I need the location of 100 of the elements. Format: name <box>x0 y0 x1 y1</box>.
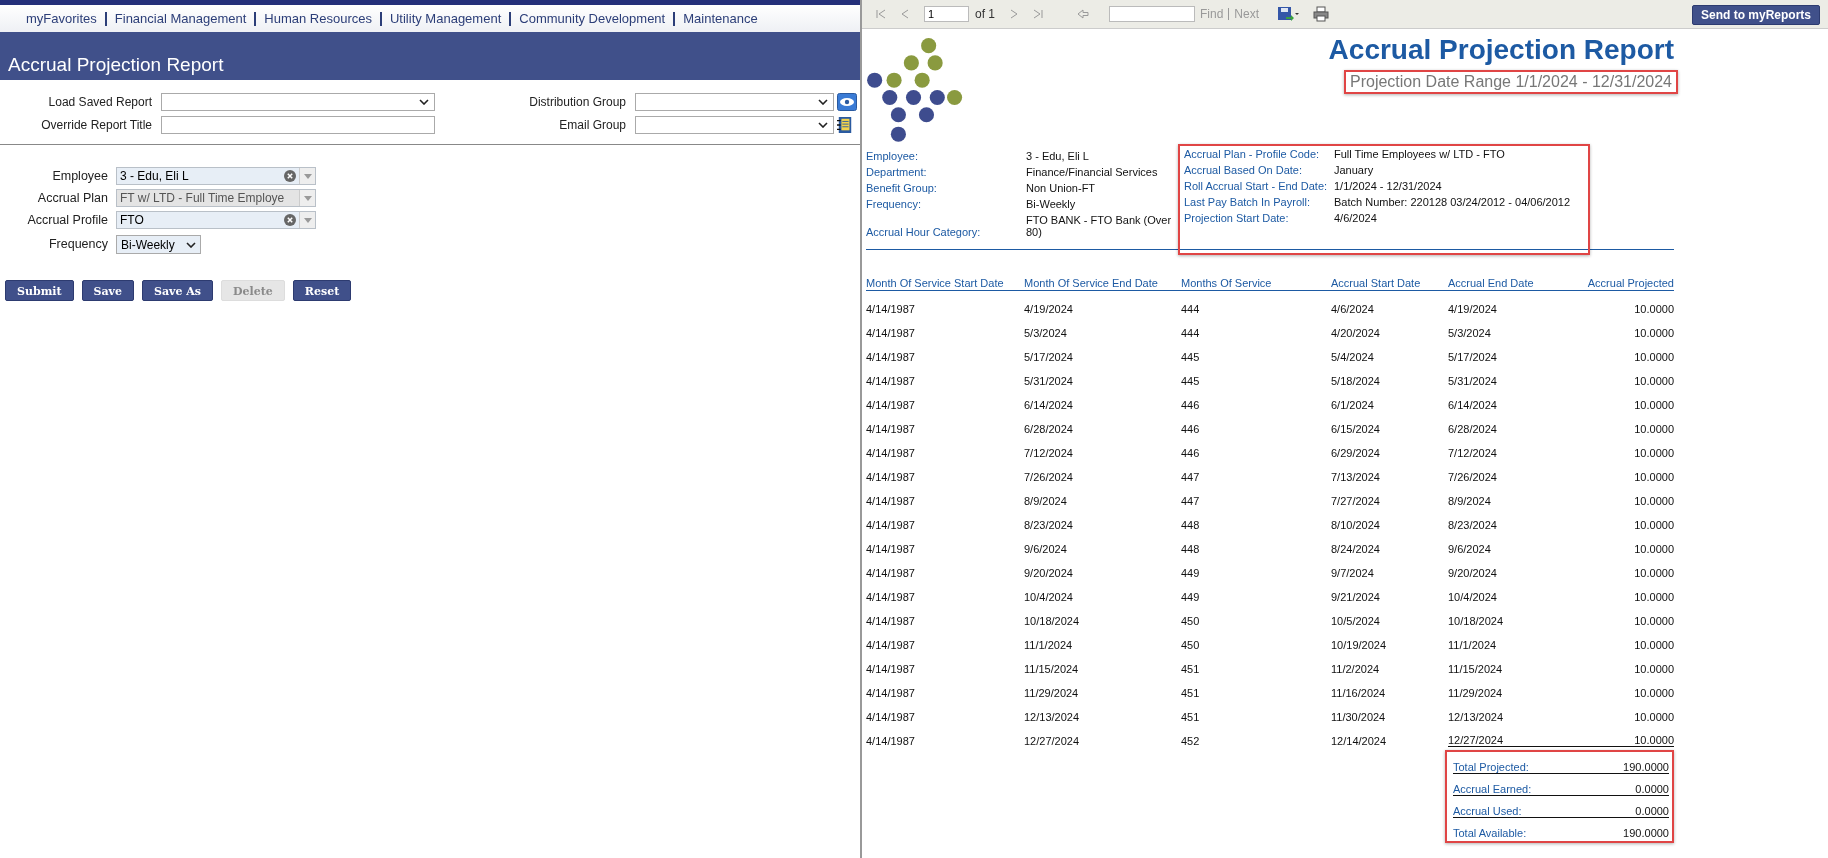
table-cell-text: 4/14/1987 <box>866 663 916 675</box>
info-value: 3 - Edu, Eli L <box>1026 150 1090 162</box>
table-cell-text: 8/24/2024 <box>1331 543 1381 555</box>
info-value: Full Time Employees w/ LTD - FTO <box>1334 148 1505 160</box>
clear-icon[interactable] <box>284 214 296 226</box>
table-cell-text: 4/14/1987 <box>866 567 916 579</box>
nav-link[interactable]: Maintenance <box>683 11 758 26</box>
total-label: Accrual Used: <box>1453 805 1522 817</box>
table-cell-text: 12/27/2024 <box>1024 735 1081 747</box>
table-cell-text: 4/20/2024 <box>1331 327 1381 339</box>
nav-link[interactable]: Financial Management <box>114 11 247 26</box>
combo-box[interactable]: FTO <box>116 211 316 229</box>
table-cell-text: 8/9/2024 <box>1448 495 1492 507</box>
back-arrow-icon[interactable] <box>1077 9 1089 19</box>
total-value: 190.0000 <box>1623 761 1669 773</box>
column-header: Months Of Service <box>1181 277 1273 289</box>
table-cell-text: 4/6/2024 <box>1331 303 1375 315</box>
table-cell-text: 7/12/2024 <box>1448 447 1498 459</box>
nav-link[interactable]: Utility Management <box>390 11 502 26</box>
last-page-icon[interactable] <box>1033 9 1043 19</box>
chevron-down-icon <box>186 241 196 248</box>
text-field[interactable] <box>161 116 435 134</box>
table-cell-text: 4/14/1987 <box>866 519 916 531</box>
table-cell-text: 450 <box>1181 615 1201 627</box>
table-cell-text: 10.0000 <box>1633 519 1674 531</box>
table-cell-text: 10.0000 <box>1633 423 1674 435</box>
table-cell-text: 5/18/2024 <box>1331 375 1381 387</box>
table-cell-text: 445 <box>1181 351 1201 363</box>
table-cell-text: 9/6/2024 <box>1024 543 1068 555</box>
info-label: Employee: <box>866 150 919 162</box>
table-cell-text: 8/9/2024 <box>1024 495 1068 507</box>
action-button[interactable]: Reset <box>292 280 352 301</box>
field-label: Frequency <box>47 236 108 251</box>
table-cell-text: 4/14/1987 <box>866 303 916 315</box>
total-value: 0.0000 <box>1635 783 1669 795</box>
table-cell-text: 8/23/2024 <box>1024 519 1074 531</box>
date-range: Projection Date Range 1/1/2024 - 12/31/2024 <box>1344 70 1678 94</box>
table-cell-text: 446 <box>1181 447 1201 459</box>
action-button[interactable]: Save As <box>142 280 214 301</box>
nav-link[interactable]: Community Development <box>519 11 666 26</box>
field-label: Distribution Group <box>528 95 626 109</box>
address-book-icon[interactable] <box>837 116 853 134</box>
table-cell-text: 6/15/2024 <box>1331 423 1381 435</box>
table-cell-text: 11/30/2024 <box>1331 711 1387 723</box>
table-cell-text: 5/3/2024 <box>1448 327 1492 339</box>
table-cell-text: 8/10/2024 <box>1331 519 1381 531</box>
field-label: Accrual Profile <box>26 213 108 227</box>
table-cell-text: 10.0000 <box>1633 351 1674 363</box>
save-disk-icon[interactable] <box>1277 6 1300 22</box>
total-value: 190.0000 <box>1623 827 1669 839</box>
info-label: Last Pay Batch In Payroll: <box>1184 196 1311 208</box>
info-label: Department: <box>866 166 928 178</box>
find-field[interactable] <box>1109 6 1195 22</box>
page-count: of 1 <box>975 7 995 21</box>
combo-box[interactable]: 3 - Edu, Eli L <box>116 167 316 185</box>
info-value: FTO BANK - FTO Bank (Over 80) <box>1026 214 1173 238</box>
table-cell-text: 5/3/2024 <box>1024 327 1068 339</box>
table-cell-text: 12/13/2024 <box>1024 711 1081 723</box>
table-cell-text: 5/17/2024 <box>1024 351 1074 363</box>
previous-page-icon[interactable] <box>900 9 910 19</box>
select-field[interactable] <box>635 116 834 134</box>
info-value: 1/1/2024 - 12/31/2024 <box>1334 180 1442 192</box>
table-cell-text: 446 <box>1181 399 1201 411</box>
table-cell-text: 10/18/2024 <box>1448 615 1505 627</box>
nav-link[interactable]: myFavorites <box>26 11 97 26</box>
send-button[interactable]: Send to myReports <box>1692 5 1820 25</box>
table-cell-text: 8/23/2024 <box>1448 519 1498 531</box>
table-cell-text: 10.0000 <box>1633 495 1674 507</box>
select-field[interactable] <box>161 93 435 111</box>
info-value: Non Union-FT <box>1026 182 1097 194</box>
table-cell-text: 11/2/2024 <box>1331 663 1381 675</box>
next-page-icon[interactable] <box>1009 9 1019 19</box>
select-field[interactable]: Bi-Weekly <box>116 235 201 254</box>
table-cell-text: 451 <box>1181 687 1201 699</box>
caret-icon <box>303 195 312 201</box>
first-page-icon[interactable] <box>876 9 886 19</box>
action-button[interactable]: Submit <box>5 280 74 301</box>
select-field[interactable] <box>635 93 834 111</box>
table-cell-text: 10.0000 <box>1633 615 1674 627</box>
page-number-field[interactable]: 1 <box>924 6 969 22</box>
clear-icon[interactable] <box>284 170 296 182</box>
table-cell-text: 6/28/2024 <box>1448 423 1498 435</box>
table-cell-text: 9/20/2024 <box>1448 567 1498 579</box>
print-icon[interactable] <box>1313 6 1330 22</box>
table-cell-text: 6/14/2024 <box>1024 399 1074 411</box>
table-cell-text: 7/26/2024 <box>1448 471 1498 483</box>
eye-icon[interactable] <box>837 93 857 111</box>
column-header: Accrual End Date <box>1448 277 1535 289</box>
caret-icon <box>303 217 312 223</box>
nav-link[interactable]: Human Resources <box>264 11 372 26</box>
table-cell-text: 9/21/2024 <box>1331 591 1381 603</box>
table-cell-text: 10/18/2024 <box>1024 615 1081 627</box>
table-cell-text: 4/14/1987 <box>866 615 916 627</box>
table-cell-text: 4/14/1987 <box>866 687 916 699</box>
table-cell-text: 4/14/1987 <box>866 375 916 387</box>
table-cell-text: 7/26/2024 <box>1024 471 1074 483</box>
total-label: Accrual Earned: <box>1453 783 1532 795</box>
table-cell-text: 11/16/2024 <box>1331 687 1387 699</box>
action-button[interactable]: Save <box>81 280 134 301</box>
field-label: Email Group <box>558 118 626 132</box>
